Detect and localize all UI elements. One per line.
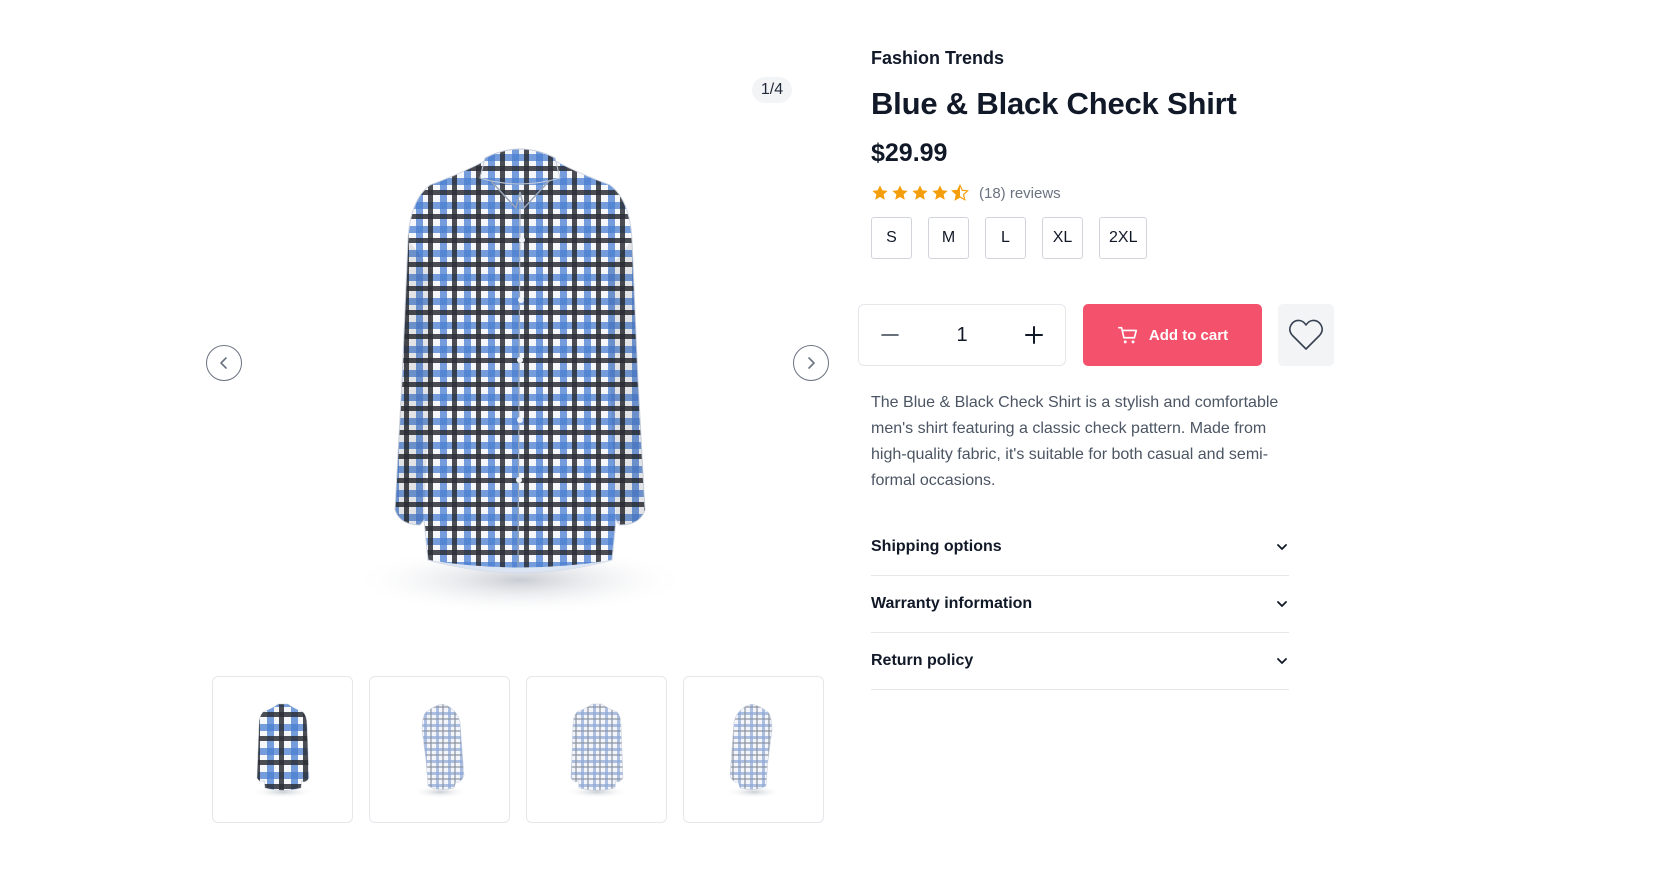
star-full-icon bbox=[872, 185, 888, 200]
info-accordion: Shipping options Warranty information Re… bbox=[871, 518, 1289, 690]
main-product-image bbox=[320, 130, 720, 630]
star-half-icon bbox=[951, 184, 969, 201]
star-full-icon bbox=[912, 185, 928, 200]
accordion-label: Shipping options bbox=[871, 537, 1002, 555]
thumbnail-left-side[interactable] bbox=[369, 676, 510, 823]
star-rating bbox=[871, 184, 969, 202]
chevron-left-icon bbox=[220, 357, 227, 369]
accordion-shipping-options[interactable]: Shipping options bbox=[871, 518, 1289, 576]
reviews-count[interactable]: (18) reviews bbox=[979, 185, 1061, 202]
quantity-stepper: 1 bbox=[858, 304, 1066, 366]
thumbnail-right-side[interactable] bbox=[683, 676, 824, 823]
quantity-value[interactable]: 1 bbox=[956, 324, 967, 347]
minus-icon bbox=[881, 334, 899, 336]
add-to-cart-button[interactable]: Add to cart bbox=[1083, 304, 1262, 366]
size-option-2xl[interactable]: 2XL bbox=[1099, 217, 1148, 259]
product-price: $29.99 bbox=[871, 139, 948, 167]
rating: (18) reviews bbox=[871, 184, 1311, 202]
purchase-row: 1 Add to cart bbox=[858, 304, 1334, 366]
brand-name: Fashion Trends bbox=[871, 48, 1005, 68]
size-option-xl[interactable]: XL bbox=[1042, 217, 1083, 259]
product-details: Fashion Trends Blue & Black Check Shirt … bbox=[871, 48, 1311, 259]
add-to-cart-label: Add to cart bbox=[1148, 326, 1229, 344]
add-to-wishlist-button[interactable] bbox=[1278, 304, 1334, 366]
image-counter: 1/4 bbox=[752, 77, 792, 103]
thumbnail-strip bbox=[212, 676, 824, 823]
next-image-button[interactable] bbox=[793, 345, 829, 381]
thumbnail-front[interactable] bbox=[212, 676, 353, 823]
size-option-s[interactable]: S bbox=[871, 217, 912, 259]
plus-icon bbox=[1025, 326, 1043, 344]
size-selector: S M L XL 2XL bbox=[871, 217, 1311, 259]
previous-image-button[interactable] bbox=[206, 345, 242, 381]
product-description: The Blue & Black Check Shirt is a stylis… bbox=[871, 394, 1279, 489]
star-full-icon bbox=[892, 185, 908, 200]
chevron-down-icon bbox=[1277, 658, 1287, 664]
product-title: Blue & Black Check Shirt bbox=[871, 86, 1237, 121]
star-full-icon bbox=[932, 185, 948, 200]
cart-icon bbox=[1117, 326, 1137, 344]
decrease-quantity-button[interactable] bbox=[873, 318, 907, 352]
chevron-down-icon bbox=[1277, 543, 1287, 550]
heart-icon bbox=[1289, 319, 1323, 350]
chevron-right-icon bbox=[808, 357, 815, 369]
accordion-warranty-information[interactable]: Warranty information bbox=[871, 576, 1289, 633]
size-option-l[interactable]: L bbox=[985, 217, 1026, 259]
chevron-down-icon bbox=[1277, 601, 1287, 607]
accordion-label: Warranty information bbox=[871, 595, 1033, 612]
size-option-m[interactable]: M bbox=[928, 217, 969, 259]
increase-quantity-button[interactable] bbox=[1017, 318, 1051, 352]
accordion-return-policy[interactable]: Return policy bbox=[871, 633, 1289, 690]
thumbnail-back[interactable] bbox=[526, 676, 667, 823]
accordion-label: Return policy bbox=[871, 652, 974, 669]
